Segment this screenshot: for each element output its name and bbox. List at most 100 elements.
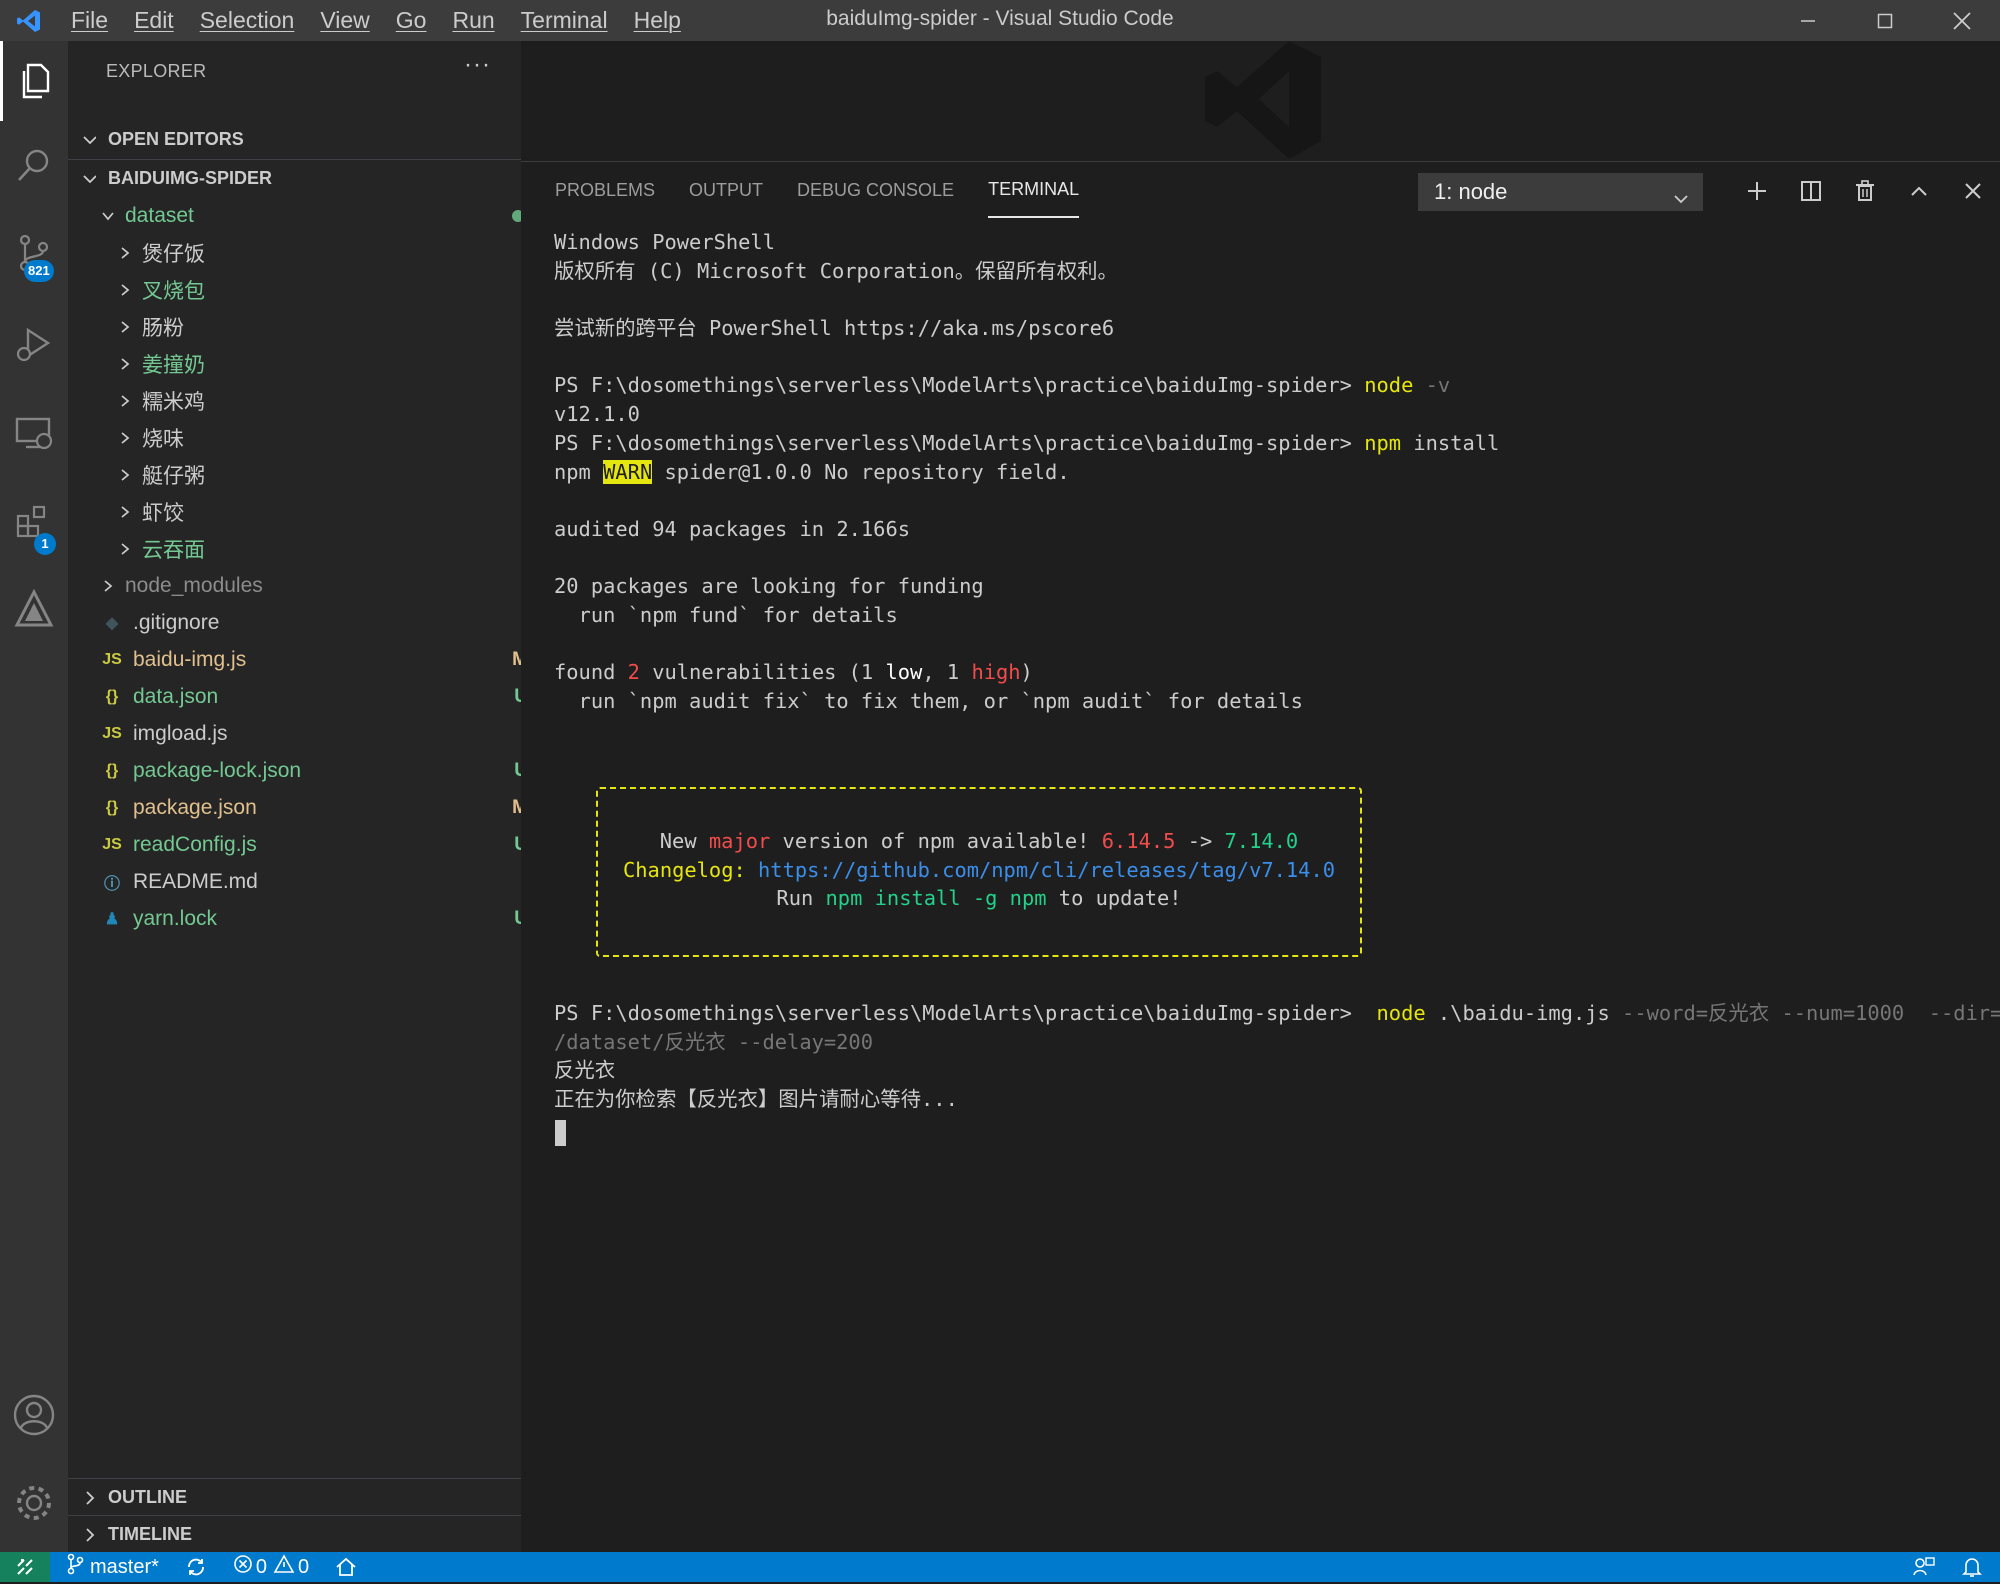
terminal-text: node (1364, 373, 1414, 398)
account-icon[interactable] (0, 1375, 68, 1455)
close-panel-icon[interactable] (1946, 170, 2000, 212)
tree-file[interactable]: JS imgload.js (68, 715, 554, 752)
tree-file[interactable]: ◆ .gitignore (68, 604, 554, 641)
tree-file[interactable]: {}data.jsonU (68, 678, 554, 715)
terminal-text: WARN (603, 459, 653, 484)
terminal-output-continued[interactable]: PS F:\dosomethings\serverless\ModelArts\… (554, 999, 2000, 1114)
editor-area[interactable] (521, 41, 2000, 161)
open-editors-section[interactable]: OPEN EDITORS (68, 121, 521, 158)
file-type-icon: ◆ (105, 614, 119, 632)
minimize-button[interactable] (1769, 0, 1846, 41)
tree-item-label: baidu-img.js (133, 647, 247, 671)
tab-terminal[interactable]: TERMINAL (988, 162, 1080, 218)
tree-folder[interactable]: 肠粉 (68, 308, 571, 345)
tree-item-label: dataset (125, 203, 194, 227)
terminal-panel: PROBLEMS OUTPUT DEBUG CONSOLE TERMINAL 1: n… (521, 161, 2000, 1553)
menu-file[interactable]: File (58, 7, 121, 34)
tree-folder[interactable]: 云吞面 (68, 530, 571, 567)
menu-selection[interactable]: Selection (187, 7, 308, 34)
home-icon[interactable] (335, 1557, 357, 1577)
tab-debug-console[interactable]: DEBUG CONSOLE (797, 162, 954, 218)
run-debug-icon[interactable] (0, 304, 68, 384)
terminal-text: version of npm available! (770, 829, 1102, 853)
timeline-section[interactable]: TIMELINE (68, 1516, 521, 1553)
chevron-right-icon (101, 579, 115, 593)
terminal-output[interactable]: Windows PowerShell 版权所有 (C) Microsoft Cor… (554, 228, 1499, 716)
tree-item-label: 肠粉 (142, 316, 184, 340)
tree-folder[interactable]: node_modules (68, 567, 554, 604)
terminal-line: PS F:\dosomethings\serverless\ModelArts\… (554, 429, 1499, 458)
tree-item-label: data.json (133, 684, 219, 708)
chevron-down-icon (82, 171, 96, 187)
tab-problems[interactable]: PROBLEMS (555, 162, 655, 218)
file-type-icon: {} (105, 761, 119, 779)
tree-file[interactable]: ⓘ README.md (68, 863, 554, 900)
project-label: BAIDUIMG-SPIDER (108, 168, 273, 188)
menu-bar: File Edit Selection View Go Run Terminal Help (58, 0, 694, 41)
feedback-icon[interactable] (1912, 1556, 1936, 1584)
terminal-line: /dataset/反光衣 --delay=200 (554, 1028, 2000, 1057)
tree-item-label: 糯米鸡 (142, 390, 205, 414)
extensions-icon[interactable]: 1 (0, 482, 68, 562)
chevron-up-icon[interactable] (1892, 170, 1946, 212)
trash-icon[interactable] (1838, 170, 1892, 212)
menu-view[interactable]: View (307, 7, 382, 34)
menu-run[interactable]: Run (439, 7, 507, 34)
warning-count: 0 (298, 1555, 310, 1578)
menu-terminal[interactable]: Terminal (508, 7, 621, 34)
more-actions-icon[interactable]: ··· (464, 51, 491, 79)
terminal-text: run `npm fund` for details (554, 602, 898, 627)
menu-go[interactable]: Go (383, 7, 440, 34)
menu-edit[interactable]: Edit (121, 7, 187, 34)
tree-folder[interactable]: 烧味 (68, 419, 571, 456)
tree-folder[interactable]: 煲仔饭 (68, 234, 571, 271)
source-control-icon[interactable]: 821 (0, 213, 68, 293)
settings-gear-icon[interactable] (0, 1463, 68, 1543)
tree-item-label: package-lock.json (133, 758, 302, 782)
tree-folder[interactable]: 艇仔粥 (68, 456, 571, 493)
timeline-label: TIMELINE (108, 1524, 192, 1544)
window-controls (1769, 0, 2000, 41)
terminal-text: 反光衣 (554, 1058, 616, 1083)
status-bar: master* 0 0 (0, 1552, 2000, 1582)
remote-indicator-icon[interactable] (0, 1552, 50, 1582)
tab-output[interactable]: OUTPUT (689, 162, 763, 218)
plus-icon[interactable] (1730, 170, 1784, 212)
tree-folder[interactable]: 姜撞奶 (68, 345, 571, 382)
project-section[interactable]: BAIDUIMG-SPIDER (68, 160, 521, 197)
azure-icon[interactable] (0, 569, 68, 649)
tree-folder[interactable]: 叉烧包 (68, 271, 571, 308)
tree-file[interactable]: {}package-lock.jsonU (68, 752, 554, 789)
tree-file[interactable]: ♟yarn.lockU (68, 900, 554, 937)
remote-explorer-icon[interactable] (0, 393, 68, 473)
extensions-badge: 1 (34, 533, 56, 555)
terminal-text: PS F:\dosomethings\serverless\ModelArts\… (554, 373, 1365, 398)
tree-folder[interactable]: 虾饺 (68, 493, 571, 530)
outline-section[interactable]: OUTLINE (68, 1479, 521, 1516)
problems-indicator[interactable]: 0 0 (233, 1554, 309, 1580)
close-window-button[interactable] (1923, 0, 2000, 41)
explorer-icon[interactable] (0, 41, 68, 121)
terminal-line: found 2 vulnerabilities (1 low, 1 high) (554, 658, 1499, 687)
split-terminal-icon[interactable] (1784, 170, 1838, 212)
terminal-select[interactable]: 1: node (1418, 173, 1703, 211)
tree-folder[interactable]: 糯米鸡 (68, 382, 571, 419)
chevron-right-icon (118, 320, 132, 334)
terminal-text: -v (1413, 373, 1451, 398)
git-branch[interactable]: master* (66, 1553, 159, 1581)
tree-file[interactable]: JSreadConfig.jsU (68, 826, 554, 863)
chevron-down-icon (1673, 185, 1689, 211)
terminal-text: PS F:\dosomethings\serverless\ModelArts\… (554, 430, 1365, 455)
tree-file[interactable]: {}package.jsonM (68, 789, 554, 826)
sync-icon[interactable] (185, 1556, 207, 1578)
terminal-text: vulnerabilities (1 (639, 660, 886, 685)
tree-file[interactable]: JSbaidu-img.jsM (68, 641, 554, 678)
notifications-bell-icon[interactable] (1962, 1556, 1982, 1584)
maximize-button[interactable] (1846, 0, 1923, 41)
search-icon[interactable] (0, 125, 68, 205)
menu-help[interactable]: Help (621, 7, 694, 34)
file-type-icon: JS (102, 835, 122, 853)
tree-folder[interactable]: dataset (68, 197, 554, 234)
